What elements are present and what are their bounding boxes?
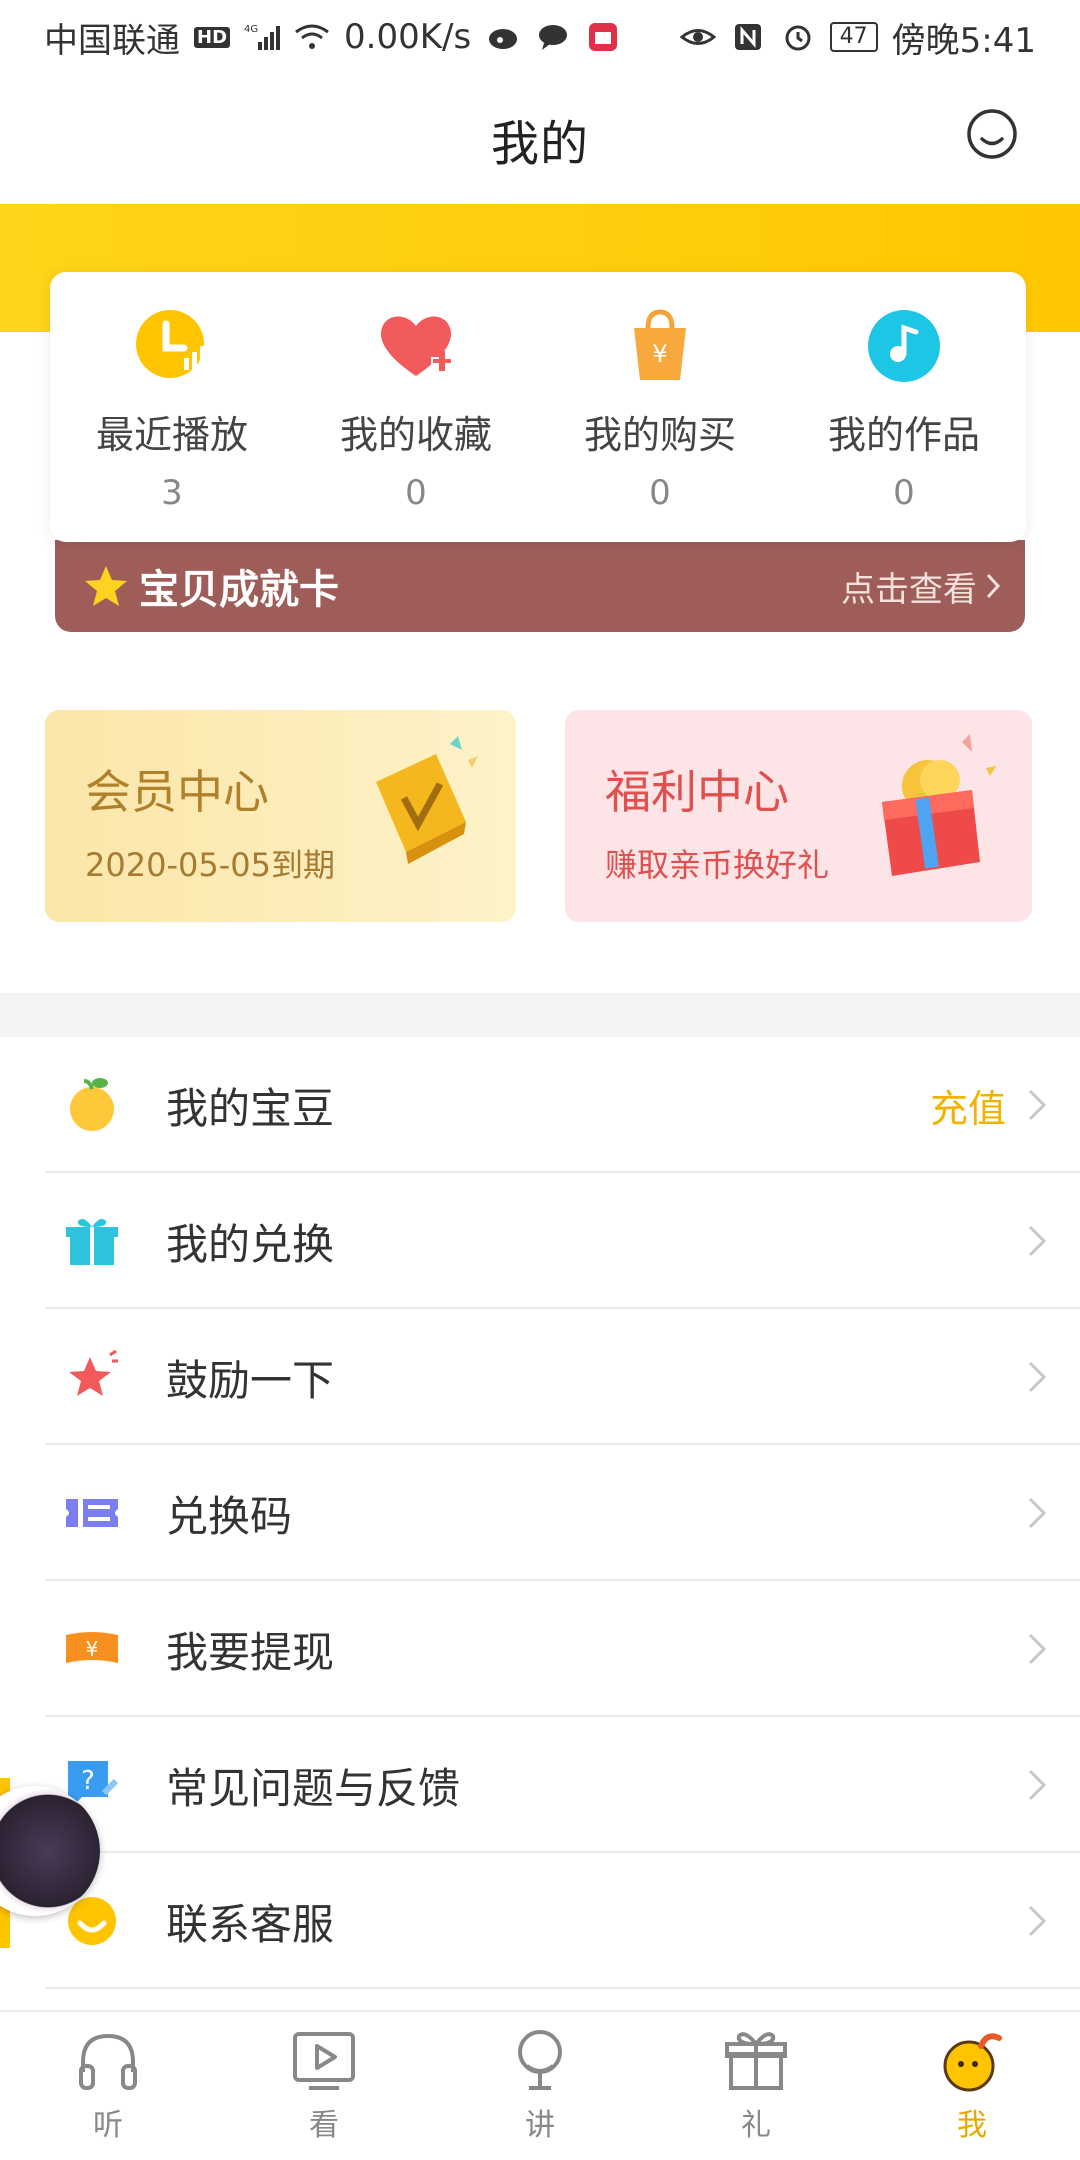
svg-text:¥: ¥ (86, 1637, 99, 1661)
tab-label: 礼 (741, 2108, 771, 2143)
settings-menu: 我的宝豆 充值 我的兑换 鼓励一下 兑换码 ¥ 我要提现 ? 常见问题与反馈 联… (0, 1037, 1080, 1989)
star-icon (85, 566, 127, 606)
microphone-icon (518, 2030, 562, 2090)
chevron-right-icon (1028, 1225, 1047, 1257)
menu-label: 我的兑换 (166, 1219, 335, 1269)
vip-badge-icon (376, 736, 478, 864)
vip-center-card[interactable]: 会员中心 2020-05-05到期 (45, 710, 516, 922)
chat-bubble-icon (535, 22, 571, 52)
stats-card: 最近播放 3 我的收藏 0 ¥ 我的购买 0 我的作品 0 (50, 272, 1026, 542)
link-label: 点击查看 (841, 569, 977, 610)
menu-label: 联系客服 (166, 1899, 335, 1949)
network-speed: 0.00K/s (344, 17, 472, 57)
menu-item-encourage[interactable]: 鼓励一下 (0, 1309, 1080, 1445)
nfc-icon (730, 22, 766, 52)
section-divider (0, 993, 1080, 1037)
heart-plus-icon (381, 316, 453, 376)
menu-label: 兑换码 (166, 1491, 293, 1541)
floating-player[interactable] (0, 1778, 100, 1948)
mascot-icon (943, 2033, 1002, 2092)
stat-count: 0 (893, 473, 915, 513)
chevron-right-icon (1028, 1497, 1047, 1529)
tab-label: 我 (957, 2108, 987, 2143)
video-play-icon (293, 2032, 355, 2090)
recharge-link[interactable]: 充值 (930, 1078, 1006, 1133)
gift-box-icon (66, 1219, 118, 1265)
star-icon (69, 1349, 118, 1396)
svg-text:4G: 4G (244, 24, 258, 35)
cash-icon: ¥ (66, 1632, 118, 1663)
menu-item-exchange[interactable]: 我的兑换 (0, 1173, 1080, 1309)
chevron-right-icon (1028, 1905, 1047, 1937)
shopping-bag-icon: ¥ (634, 309, 686, 380)
menu-label: 常见问题与反馈 (166, 1763, 461, 1813)
smile-chat-icon[interactable] (964, 106, 1020, 162)
tab-watch[interactable]: 看 (216, 2012, 432, 2160)
weibo-icon (485, 22, 521, 52)
headphones-icon (79, 2033, 137, 2090)
menu-item-redeem-code[interactable]: 兑换码 (0, 1445, 1080, 1581)
svg-text:¥: ¥ (652, 340, 667, 368)
clock: 傍晚5:41 (891, 20, 1036, 61)
welfare-center-card[interactable]: 福利中心 赚取亲币换好礼 (565, 710, 1032, 922)
stat-count: 0 (405, 473, 427, 513)
battery-indicator: 47 (829, 22, 878, 52)
view-achievement-link[interactable]: 点击查看 (841, 562, 1001, 611)
stat-works[interactable]: 我的作品 0 (782, 272, 1026, 542)
gift-icon (725, 2032, 787, 2090)
ticket-icon (66, 1499, 118, 1527)
tab-speak[interactable]: 讲 (432, 2012, 648, 2160)
chevron-right-icon (986, 573, 1001, 599)
menu-item-withdraw[interactable]: ¥ 我要提现 (0, 1581, 1080, 1717)
tab-me[interactable]: 我 (864, 2012, 1080, 2160)
achievement-card-banner[interactable]: 宝贝成就卡 点击查看 (55, 540, 1025, 632)
carrier-label: 中国联通 (44, 20, 180, 61)
page-header: 我的 (0, 74, 1080, 204)
menu-label: 鼓励一下 (166, 1355, 335, 1405)
chevron-right-icon (1028, 1769, 1047, 1801)
stat-recent-play[interactable]: 最近播放 3 (50, 272, 294, 542)
menu-item-beans[interactable]: 我的宝豆 充值 (0, 1037, 1080, 1173)
eye-icon (679, 22, 716, 52)
album-art-disc[interactable] (0, 1786, 100, 1916)
tab-label: 讲 (525, 2108, 555, 2143)
tab-label: 听 (93, 2108, 123, 2143)
menu-label: 我要提现 (166, 1627, 335, 1677)
stat-favorites[interactable]: 我的收藏 0 (294, 272, 538, 542)
menu-label: 我的宝豆 (166, 1083, 335, 1133)
chevron-right-icon (1028, 1089, 1047, 1121)
stat-label: 最近播放 (95, 413, 248, 457)
menu-item-faq-feedback[interactable]: ? 常见问题与反馈 (0, 1717, 1080, 1853)
page-title: 我的 (490, 116, 589, 172)
stat-label: 我的收藏 (339, 413, 492, 457)
wifi-icon (294, 22, 330, 52)
bean-icon (70, 1078, 114, 1131)
signal-icon: 4G (244, 22, 281, 52)
menu-item-customer-service[interactable]: 联系客服 (0, 1853, 1080, 1989)
tab-listen[interactable]: 听 (0, 2012, 216, 2160)
stat-label: 我的作品 (827, 413, 980, 457)
stat-count: 0 (649, 473, 671, 513)
tab-gift[interactable]: 礼 (648, 2012, 864, 2160)
recent-play-icon (136, 310, 205, 378)
hd-icon: HD (194, 26, 231, 48)
chevron-right-icon (1028, 1361, 1047, 1393)
gift-box-coins-icon (882, 734, 996, 876)
achievement-title: 宝贝成就卡 (139, 567, 339, 613)
alarm-icon (780, 22, 816, 52)
music-note-icon (868, 310, 940, 382)
chevron-right-icon (1028, 1633, 1047, 1665)
bottom-navigation: 听 看 讲 礼 我 (0, 2010, 1080, 2160)
tab-label: 看 (309, 2108, 339, 2143)
stat-label: 我的购买 (583, 413, 736, 457)
shop-app-icon (585, 22, 621, 52)
status-bar: 中国联通 HD 4G 0.00K/s 47 傍晚5:41 (0, 0, 1080, 74)
stat-count: 3 (161, 473, 183, 513)
stat-purchases[interactable]: ¥ 我的购买 0 (538, 272, 782, 542)
